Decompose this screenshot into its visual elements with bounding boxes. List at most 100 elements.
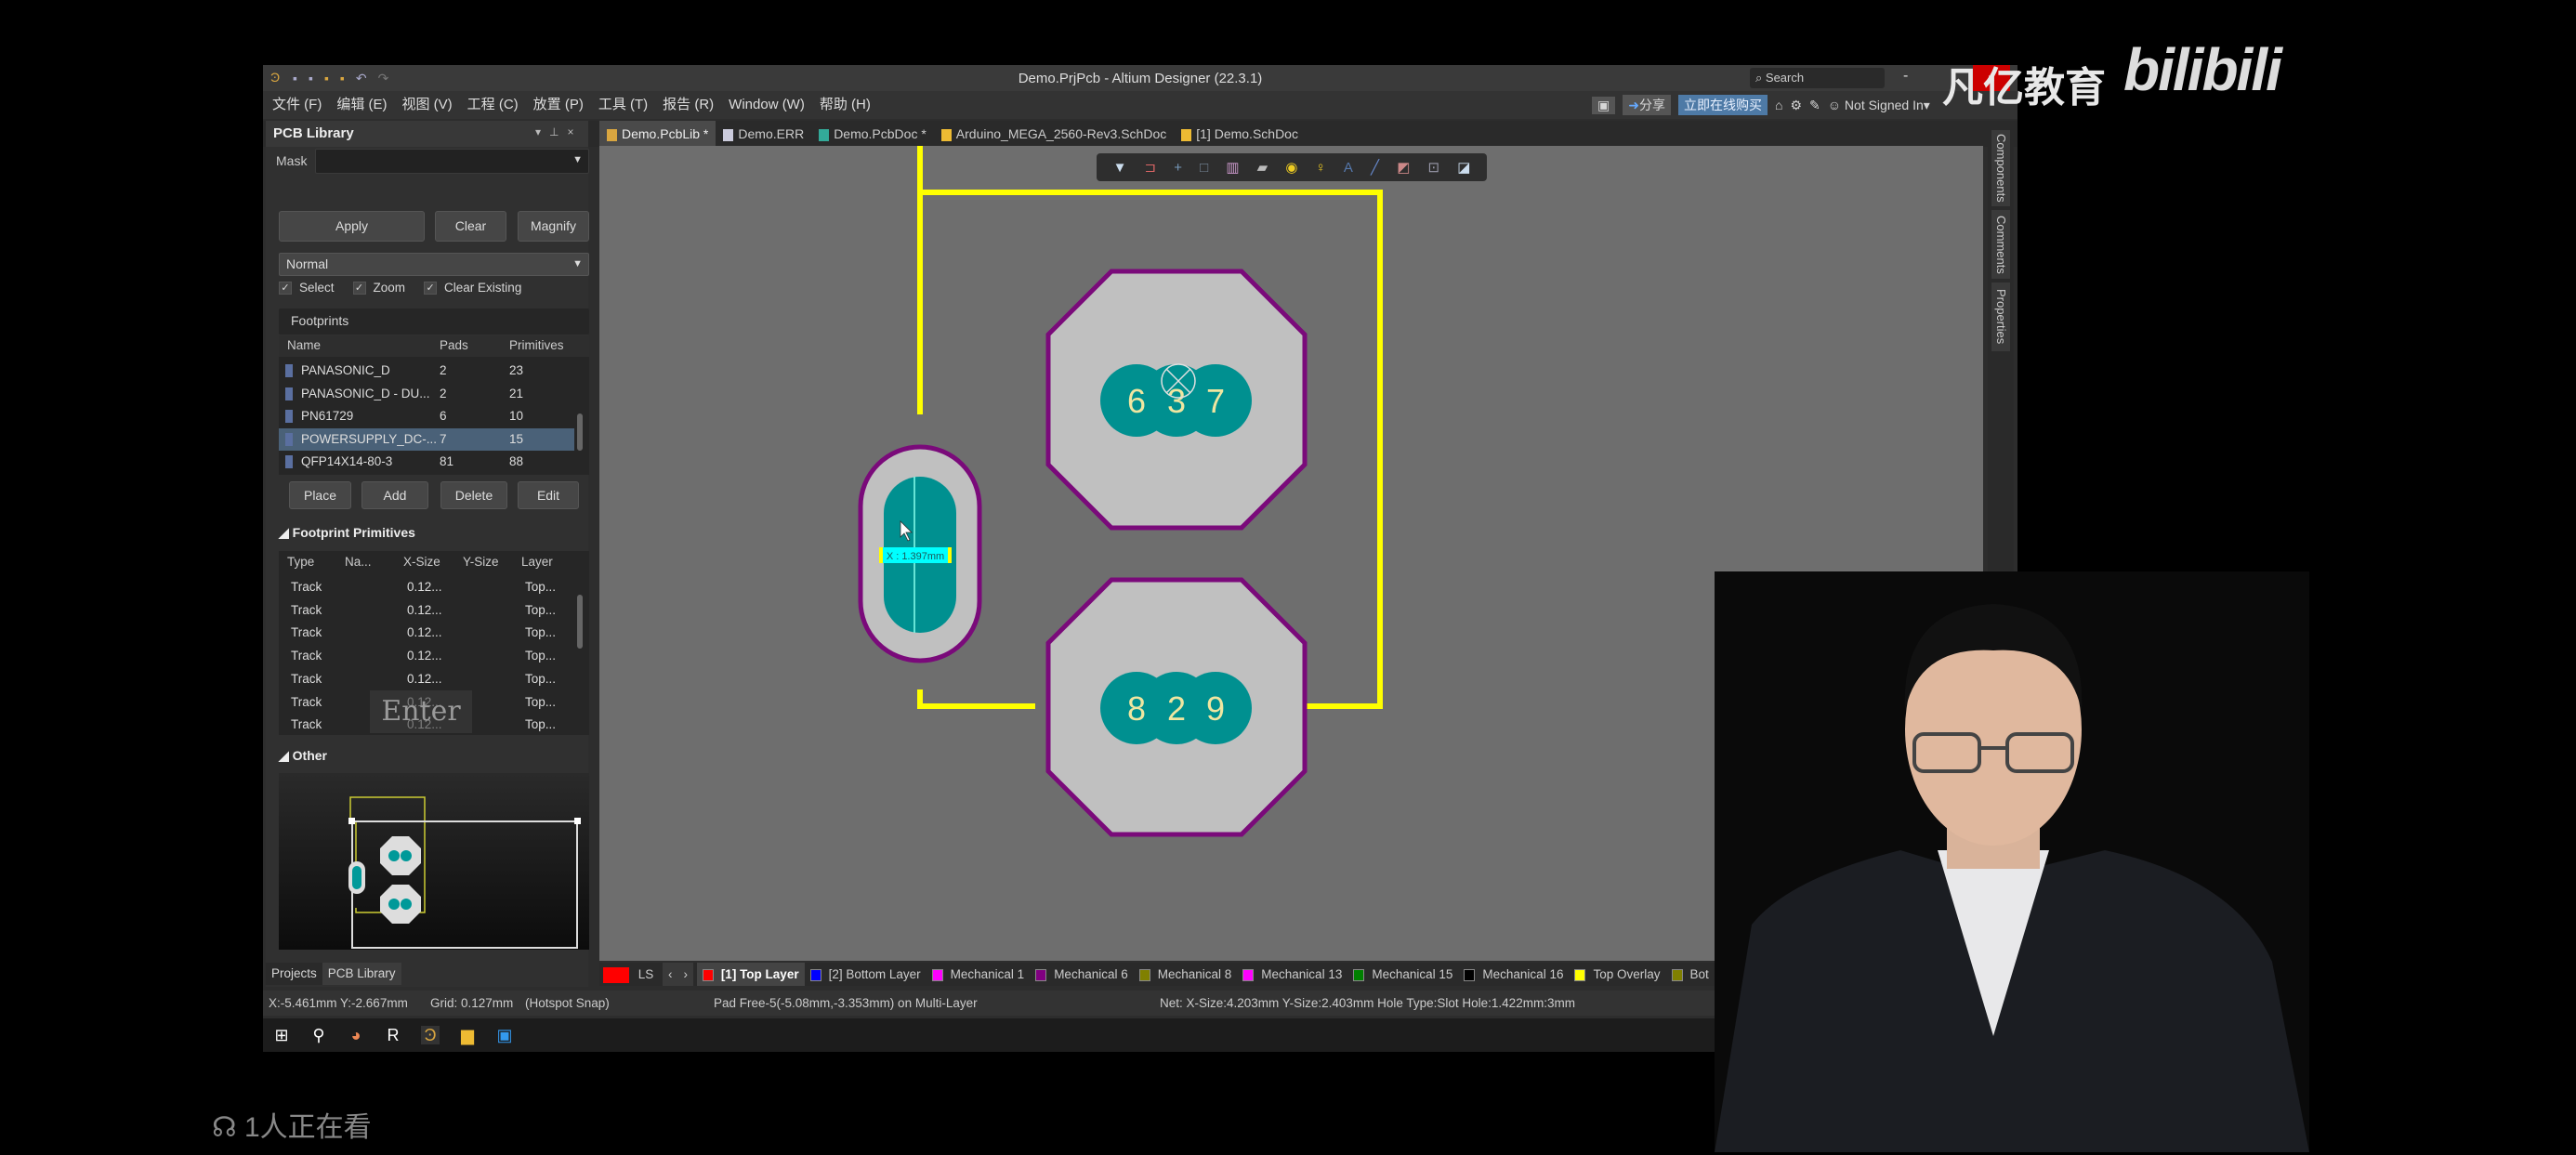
primitives-scrollbar[interactable] — [577, 595, 583, 649]
minimize-button[interactable]: - — [1903, 68, 1908, 85]
component-icon[interactable]: ▰ — [1257, 159, 1268, 176]
other-title[interactable]: ◢ Other — [279, 748, 327, 764]
menu-item[interactable]: Window (W) — [729, 91, 805, 119]
text-icon[interactable]: A — [1344, 160, 1353, 176]
col-layer[interactable]: Layer — [521, 555, 553, 569]
layer-tab[interactable]: Mechanical 15 — [1347, 963, 1458, 986]
footprint-row[interactable]: PN61729 6 10 — [279, 405, 574, 427]
menu-item[interactable]: 放置 (P) — [533, 91, 584, 119]
apply-button[interactable]: Apply — [279, 211, 425, 242]
clear-button[interactable]: Clear — [435, 211, 506, 242]
tab-projects[interactable]: Projects — [266, 963, 322, 985]
doc-tab[interactable]: Arduino_MEGA_2560-Rev3.SchDoc — [934, 121, 1174, 147]
footprint-row[interactable]: QFP14X14-80-3 81 88 — [279, 451, 574, 473]
col-ysize[interactable]: Y-Size — [463, 555, 499, 569]
notifications-icon[interactable]: ✎ — [1809, 98, 1820, 113]
search-icon[interactable]: ⚲ — [309, 1026, 328, 1044]
layer-tab[interactable]: Mechanical 16 — [1458, 963, 1569, 986]
account-menu[interactable]: ☺ Not Signed In▾ — [1828, 98, 1930, 113]
feedback-icon[interactable]: ▣ — [1592, 96, 1616, 114]
menu-item[interactable]: 编辑 (E) — [336, 91, 387, 119]
mode-select[interactable]: Normal ▼ — [279, 253, 589, 276]
menu-item[interactable]: 报告 (R) — [663, 91, 714, 119]
select-rect-icon[interactable]: □ — [1200, 160, 1208, 176]
layer-tab[interactable]: Mechanical 6 — [1030, 963, 1134, 986]
primitives-title[interactable]: ◢ Footprint Primitives — [279, 525, 415, 541]
word-icon[interactable]: ▣ — [495, 1026, 514, 1044]
place-button[interactable]: Place — [289, 481, 351, 509]
pad-icon[interactable]: ◉ — [1285, 159, 1297, 176]
align-icon[interactable]: ▥ — [1226, 159, 1239, 176]
col-name[interactable]: Name — [287, 338, 321, 352]
mask-input[interactable]: ▼ — [315, 149, 589, 174]
doc-tab[interactable]: [1] Demo.SchDoc — [1174, 121, 1306, 147]
col-primitives[interactable]: Primitives — [509, 338, 564, 352]
layer-next-button[interactable]: › — [677, 963, 694, 986]
cross-icon[interactable]: + — [1174, 160, 1182, 176]
share-button[interactable]: ➜分享 — [1623, 95, 1671, 115]
altium-taskbar-icon[interactable]: Ͽ — [421, 1026, 440, 1044]
menu-item[interactable]: 帮助 (H) — [820, 91, 871, 119]
add-button[interactable]: Add — [361, 481, 428, 509]
col-type[interactable]: Type — [287, 555, 314, 569]
menu-item[interactable]: 文件 (F) — [272, 91, 322, 119]
primitive-row[interactable]: Track 0.12... Top... — [279, 622, 574, 644]
file-explorer-icon[interactable]: ▆ — [458, 1026, 477, 1044]
checkbox[interactable]: ✓ Select — [279, 281, 335, 295]
col-name[interactable]: Na... — [345, 555, 372, 569]
pin-icon[interactable]: ⊥ — [549, 125, 559, 138]
settings-icon[interactable]: ⚙ — [1790, 98, 1802, 113]
panel-menu-icon[interactable]: ▾ — [535, 125, 541, 138]
app-r-icon[interactable]: R — [384, 1026, 402, 1044]
col-pads[interactable]: Pads — [440, 338, 468, 352]
footprint-row[interactable]: POWERSUPPLY_DC-... 7 15 — [279, 427, 574, 451]
primitive-row[interactable]: Track 0.12... Top... — [279, 668, 574, 690]
panel-close-icon[interactable]: × — [567, 125, 573, 138]
tab-comments[interactable]: Comments — [1991, 210, 2010, 279]
line-icon[interactable]: ╱ — [1371, 159, 1379, 176]
primitive-row[interactable]: Track 0.12... Top... — [279, 599, 574, 622]
snap-icon[interactable]: ⊐ — [1145, 159, 1157, 176]
delete-button[interactable]: Delete — [440, 481, 507, 509]
primitive-row[interactable]: Track 0.12... Top... — [279, 576, 574, 598]
checkbox[interactable]: ✓ Zoom — [352, 281, 405, 295]
fill-icon[interactable]: ◩ — [1397, 159, 1410, 176]
layer-tab[interactable]: [1] Top Layer — [696, 963, 805, 986]
region-icon[interactable]: ◪ — [1457, 159, 1470, 176]
layer-tab[interactable]: Mechanical 13 — [1237, 963, 1347, 986]
search-input[interactable]: ⌕ Search — [1750, 68, 1885, 88]
via-icon[interactable]: ♀ — [1316, 160, 1326, 176]
layer-tab[interactable]: Bot — [1666, 963, 1715, 986]
layer-tab[interactable]: Mechanical 8 — [1134, 963, 1238, 986]
doc-tab[interactable]: Demo.ERR — [716, 121, 811, 147]
buy-online-button[interactable]: 立即在线购买 — [1677, 95, 1768, 115]
edit-button[interactable]: Edit — [518, 481, 579, 509]
dimension-icon[interactable]: ⊡ — [1428, 159, 1440, 176]
windows-start-icon[interactable]: ⊞ — [272, 1026, 291, 1044]
footprint-row[interactable]: PANASONIC_D - DU... 2 21 — [279, 383, 574, 405]
footprint-row[interactable]: PANASONIC_D 2 23 — [279, 360, 574, 382]
menu-item[interactable]: 工具 (T) — [598, 91, 648, 119]
menu-item[interactable]: 视图 (V) — [402, 91, 453, 119]
menu-item[interactable]: 工程 (C) — [467, 91, 519, 119]
layer-prev-button[interactable]: ‹ — [663, 963, 678, 986]
filter-icon[interactable]: ▼ — [1113, 160, 1127, 176]
primitive-row[interactable]: Track 0.12... Top... — [279, 645, 574, 667]
tab-components[interactable]: Components — [1991, 130, 2010, 206]
col-xsize[interactable]: X-Size — [403, 555, 440, 569]
doc-tab[interactable]: Demo.PcbLib * — [599, 121, 716, 147]
layer-tab[interactable]: Top Overlay — [1569, 963, 1665, 986]
footprints-scrollbar[interactable] — [577, 413, 583, 451]
home-icon[interactable]: ⌂ — [1775, 98, 1782, 112]
current-layer-swatch[interactable] — [603, 966, 629, 983]
doc-tab[interactable]: Demo.PcbDoc * — [811, 121, 934, 147]
checkbox[interactable]: ✓ Clear Existing — [424, 281, 521, 295]
chrome-icon[interactable]: ◕ — [347, 1026, 365, 1044]
layer-tab[interactable]: Mechanical 1 — [927, 963, 1031, 986]
layer-tab[interactable]: [2] Bottom Layer — [805, 963, 927, 986]
tab-pcb-library[interactable]: PCB Library — [322, 963, 401, 985]
layer-set-button[interactable]: LS — [633, 963, 660, 986]
magnify-button[interactable]: Magnify — [518, 211, 589, 242]
footprint-row[interactable]: QS 2 10 — [279, 474, 574, 476]
tab-properties[interactable]: Properties — [1991, 282, 2010, 351]
